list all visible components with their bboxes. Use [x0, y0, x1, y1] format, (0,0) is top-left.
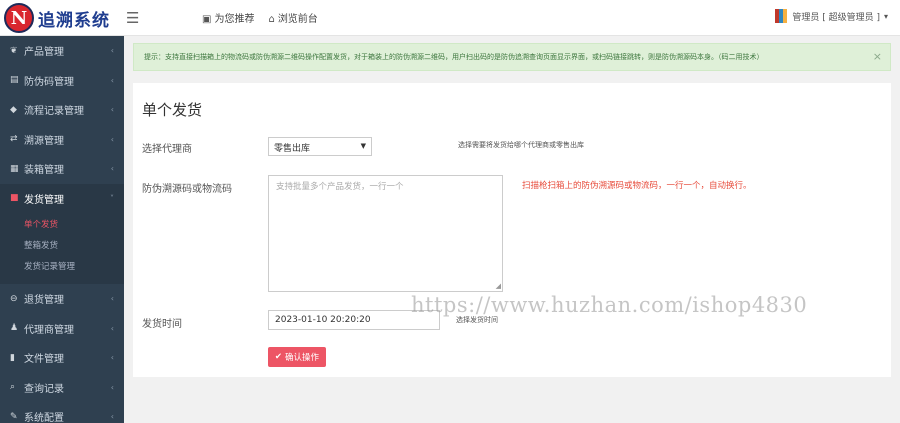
top-nav-recommend[interactable]: ▣ 为您推荐	[202, 10, 254, 25]
users-icon: ♟	[10, 323, 19, 334]
agent-label: 选择代理商	[142, 144, 192, 155]
sidebar-item-anticounterfeit[interactable]: ▤ 防伪码管理 ‹	[0, 66, 124, 96]
page-title: 单个发货	[142, 101, 203, 119]
top-nav-frontend[interactable]: ⌂ 浏览前台	[268, 10, 317, 25]
info-alert: 提示：支持直接扫描箱上的物流码或防伪溯源二维码操作配置发货，对于箱装上的防伪溯源…	[133, 43, 891, 71]
chevron-left-icon: ‹	[110, 134, 114, 144]
chevron-left-icon: ‹	[110, 164, 114, 174]
watermark-text: https://www.huzhan.com/ishop4830	[411, 293, 808, 317]
user-label: 管理员 [ 超级管理员 ]	[792, 12, 880, 23]
chevron-left-icon: ‹	[110, 412, 114, 422]
sidebar-item-returns[interactable]: ⊖ 退货管理 ‹	[0, 284, 124, 314]
code-label: 防伪溯源码或物流码	[142, 184, 232, 195]
exchange-icon: ⇄	[10, 134, 18, 145]
sub-item-ship-records[interactable]: 发货记录管理	[0, 257, 124, 278]
chevron-left-icon: ‹	[110, 46, 114, 56]
top-nav: ▣ 为您推荐 ⌂ 浏览前台	[202, 10, 318, 25]
confirm-button-label: 确认操作	[285, 353, 320, 363]
code-textarea[interactable]: 支持批量多个产品发货，一行一个 ◢	[268, 175, 503, 292]
brand-logo[interactable]: N 追溯系统	[0, 0, 124, 36]
grid-icon: ▦	[10, 163, 19, 174]
close-icon[interactable]: ×	[873, 50, 882, 63]
wrench-icon: ✎	[10, 411, 18, 422]
chevron-left-icon: ‹	[110, 75, 114, 85]
logo-icon: N	[4, 3, 34, 33]
chevron-down-icon: ▾	[883, 11, 888, 21]
code-placeholder: 支持批量多个产品发货，一行一个	[276, 182, 404, 192]
code-hint: 扫描枪扫箱上的防伪溯源码或物流码，一行一个，自动换行。	[522, 181, 752, 191]
minus-circle-icon: ⊖	[10, 293, 18, 304]
chevron-left-icon: ‹	[110, 105, 114, 115]
top-header: N 追溯系统 ☰ ▣ 为您推荐 ⌂ 浏览前台 管理员 [ 超级管理员 ] ▾	[0, 0, 900, 36]
menu-toggle-icon[interactable]: ☰	[126, 9, 139, 27]
caret-down-icon: ▼	[360, 142, 366, 150]
agent-select-value: 零售出库	[274, 144, 311, 154]
alert-text: 提示：支持直接扫描箱上的物流码或防伪溯源二维码操作配置发货，对于箱装上的防伪溯源…	[144, 53, 764, 61]
sidebar-item-agents[interactable]: ♟ 代理商管理 ‹	[0, 314, 124, 344]
search-icon: ⌕	[10, 382, 16, 393]
brand-name: 追溯系统	[38, 10, 110, 31]
chevron-left-icon: ‹	[110, 323, 114, 333]
shipping-submenu: 单个发货 整箱发货 发货记录管理	[0, 213, 124, 284]
chevron-down-icon: ˅	[110, 193, 114, 203]
resize-handle-icon[interactable]: ◢	[496, 282, 501, 290]
agent-select[interactable]: 零售出库 ▼	[268, 137, 372, 156]
sidebar-item-settings[interactable]: ✎ 系统配置 ‹	[0, 402, 124, 423]
leaf-icon: ❦	[10, 45, 18, 56]
chevron-left-icon: ‹	[110, 294, 114, 304]
confirm-button[interactable]: ✔ 确认操作	[268, 347, 326, 367]
sidebar-item-files[interactable]: ▮ 文件管理 ‹	[0, 343, 124, 373]
sidebar-item-packing[interactable]: ▦ 装箱管理 ‹	[0, 154, 124, 184]
sidebar: ❦ 产品管理 ‹ ▤ 防伪码管理 ‹ ◆ 流程记录管理 ‹ ⇄ 溯源管理 ‹ ▦ 装箱管理 ‹ ■ 发…	[0, 36, 124, 423]
truck-icon: ■	[10, 193, 19, 204]
avatar	[775, 9, 788, 23]
sidebar-item-shipping[interactable]: ■ 发货管理 ˅	[0, 183, 124, 213]
chevron-left-icon: ‹	[110, 382, 114, 392]
sidebar-item-trace[interactable]: ⇄ 溯源管理 ‹	[0, 125, 124, 155]
sidebar-item-products[interactable]: ❦ 产品管理 ‹	[0, 36, 124, 66]
sidebar-item-process[interactable]: ◆ 流程记录管理 ‹	[0, 95, 124, 125]
sub-item-single-ship[interactable]: 单个发货	[0, 215, 124, 236]
sub-item-box-ship[interactable]: 整箱发货	[0, 236, 124, 257]
sidebar-item-query-records[interactable]: ⌕ 查询记录 ‹	[0, 373, 124, 403]
home-icon: ⌂	[268, 14, 275, 25]
single-ship-panel: 单个发货 选择代理商 零售出库 ▼ 选择需要将发货给哪个代理商或零售出库 防伪溯…	[133, 83, 891, 377]
chevron-left-icon: ‹	[110, 353, 114, 363]
time-label: 发货时间	[142, 319, 182, 330]
printer-icon: ▣	[202, 14, 212, 25]
user-menu[interactable]: 管理员 [ 超级管理员 ] ▾	[775, 9, 888, 23]
barcode-icon: ▤	[10, 75, 19, 86]
tags-icon: ◆	[10, 104, 17, 115]
file-icon: ▮	[10, 352, 15, 363]
check-icon: ✔	[274, 352, 283, 362]
agent-hint: 选择需要将发货给哪个代理商或零售出库	[458, 141, 584, 149]
